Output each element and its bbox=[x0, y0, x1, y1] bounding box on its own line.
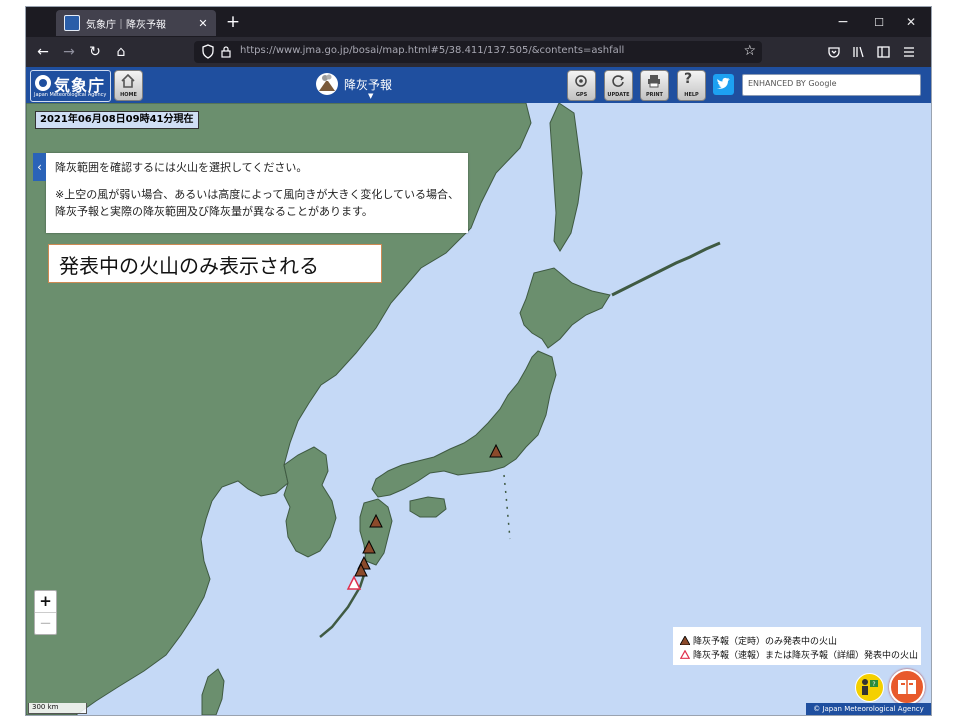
home-page-button[interactable]: HOME bbox=[114, 70, 143, 101]
legend-item-routine: 降灰予報（定時）のみ発表中の火山 bbox=[680, 634, 838, 647]
annotation-text: 発表中の火山のみ表示される bbox=[59, 254, 319, 278]
print-label: PRINT bbox=[646, 92, 663, 98]
svg-text:?: ? bbox=[872, 681, 875, 688]
printer-icon bbox=[648, 75, 660, 88]
chevron-down-icon: ▼ bbox=[368, 92, 374, 100]
tab-favicon-icon bbox=[64, 15, 80, 31]
info-instruction: 降灰範囲を確認するには火山を選択してください。 bbox=[55, 161, 308, 174]
back-button[interactable]: ← bbox=[32, 42, 54, 62]
print-button[interactable]: PRINT bbox=[640, 70, 669, 101]
browser-tab[interactable]: 気象庁｜降灰予報 ✕ bbox=[56, 10, 216, 36]
tracking-shield-icon[interactable] bbox=[202, 44, 214, 59]
annotation-callout: 発表中の火山のみ表示される bbox=[48, 244, 382, 283]
gps-label: GPS bbox=[575, 92, 588, 98]
brown-triangle-icon bbox=[680, 635, 690, 645]
home-page-label: HOME bbox=[120, 92, 137, 98]
scale-bar: 300 km bbox=[28, 703, 87, 714]
home-button[interactable]: ⌂ bbox=[110, 42, 132, 62]
guide-person-icon: ? bbox=[862, 679, 878, 695]
volcano-ash-icon bbox=[316, 73, 338, 95]
copyright-notice: © Japan Meteorological Agency bbox=[806, 703, 931, 715]
url-text[interactable]: https://www.jma.go.jp/bosai/map.html#5/3… bbox=[240, 45, 624, 56]
jma-logo[interactable]: 気象庁 Japan Meteorological Agency bbox=[30, 70, 111, 102]
maximize-button[interactable]: ☐ bbox=[864, 7, 894, 37]
volcano-marker[interactable] bbox=[489, 443, 503, 458]
pocket-icon[interactable] bbox=[828, 46, 840, 58]
red-outline-triangle-icon bbox=[680, 649, 690, 659]
tab-title: 気象庁｜降灰予報 bbox=[86, 19, 166, 31]
lock-icon[interactable] bbox=[221, 45, 231, 58]
forward-button[interactable]: → bbox=[58, 42, 80, 62]
bookmark-star-icon[interactable]: ☆ bbox=[743, 43, 756, 59]
question-mark-icon: ? bbox=[684, 71, 693, 87]
close-window-button[interactable]: ✕ bbox=[896, 7, 926, 37]
info-note: ※上空の風が弱い場合、あるいは高度によって風向きが大きく変化している場合、降灰予… bbox=[55, 188, 460, 218]
volcano-marker[interactable] bbox=[369, 513, 383, 528]
refresh-icon bbox=[612, 75, 625, 87]
update-button[interactable]: UPDATE bbox=[604, 70, 633, 101]
update-label: UPDATE bbox=[607, 92, 630, 98]
menu-icon[interactable] bbox=[903, 46, 915, 58]
tab-bar: 気象庁｜降灰予報 ✕ + − ☐ ✕ bbox=[26, 7, 931, 37]
jma-emblem-icon bbox=[35, 75, 51, 91]
legend-item-alert: 降灰予報（速報）または降灰予報（詳細）発表中の火山 bbox=[680, 648, 919, 661]
help-label: HELP bbox=[684, 92, 699, 98]
library-icon[interactable] bbox=[852, 46, 865, 58]
browser-window: 気象庁｜降灰予報 ✕ + − ☐ ✕ ← → ↻ ⌂ https://www.j… bbox=[25, 6, 932, 716]
manual-button[interactable] bbox=[889, 669, 925, 705]
logo-subtitle: Japan Meteorological Agency bbox=[34, 92, 107, 98]
zoom-control: + − bbox=[34, 590, 57, 635]
sidebar-icon[interactable] bbox=[877, 46, 890, 58]
navigation-bar: ← → ↻ ⌂ https://www.jma.go.jp/bosai/map.… bbox=[26, 37, 931, 67]
gps-button[interactable]: GPS bbox=[567, 70, 596, 101]
gps-target-icon bbox=[575, 75, 587, 87]
minimize-button[interactable]: − bbox=[828, 7, 858, 37]
book-icon bbox=[898, 680, 916, 694]
product-title: 降灰予報 bbox=[344, 78, 393, 92]
volcano-marker-alert[interactable] bbox=[346, 575, 362, 590]
house-icon bbox=[121, 74, 135, 88]
legend-label-alert: 降灰予報（速報）または降灰予報（詳細）発表中の火山 bbox=[693, 650, 919, 661]
volcano-marker[interactable] bbox=[362, 539, 376, 554]
tab-close-button[interactable]: ✕ bbox=[194, 17, 212, 30]
chevron-left-icon[interactable]: ‹ bbox=[33, 153, 46, 181]
guide-button[interactable]: ? bbox=[855, 673, 884, 702]
ash-fall-map[interactable]: 2021年06月08日09時41分現在 ‹ 降灰範囲を確認するには火山を選択して… bbox=[26, 103, 931, 715]
map-legend: 降灰予報（定時）のみ発表中の火山 降灰予報（速報）または降灰予報（詳細）発表中の… bbox=[673, 627, 921, 665]
twitter-button[interactable] bbox=[713, 74, 734, 95]
zoom-out-button[interactable]: − bbox=[35, 613, 56, 634]
info-panel: ‹ 降灰範囲を確認するには火山を選択してください。 ※上空の風が弱い場合、あるい… bbox=[33, 153, 468, 233]
search-input[interactable]: ENHANCED BY Google bbox=[742, 74, 921, 96]
url-bar[interactable]: https://www.jma.go.jp/bosai/map.html#5/3… bbox=[194, 41, 762, 63]
timestamp-badge: 2021年06月08日09時41分現在 bbox=[35, 111, 199, 129]
legend-label-routine: 降灰予報（定時）のみ発表中の火山 bbox=[693, 636, 838, 647]
twitter-bird-icon bbox=[717, 77, 730, 89]
zoom-in-button[interactable]: + bbox=[35, 591, 56, 613]
help-button[interactable]: ? HELP bbox=[677, 70, 706, 101]
reload-button[interactable]: ↻ bbox=[84, 42, 106, 62]
search-placeholder: ENHANCED BY Google bbox=[748, 79, 837, 88]
new-tab-button[interactable]: + bbox=[222, 11, 244, 33]
jma-header: 気象庁 Japan Meteorological Agency HOME 降灰予… bbox=[26, 67, 931, 103]
product-selector[interactable]: 降灰予報 ▼ bbox=[316, 73, 406, 100]
